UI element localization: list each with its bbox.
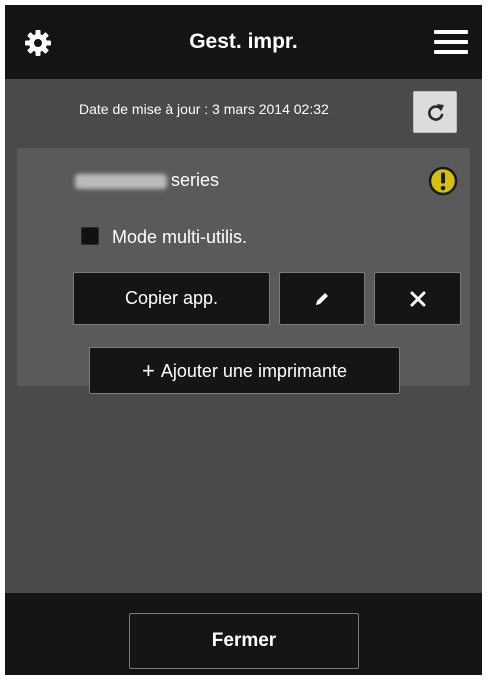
refresh-button[interactable] [413,91,457,133]
close-button[interactable]: Fermer [129,613,359,669]
refresh-icon [428,104,444,121]
footer-bar: Fermer [5,593,482,675]
update-row: Date de mise à jour : 3 mars 2014 02:32 [5,89,482,137]
printer-series-label: series [171,170,220,190]
plus-icon: + [142,358,155,383]
printer-name: series [75,166,219,194]
warning-icon[interactable] [427,165,459,197]
multi-user-label: Mode multi-utilis. [112,227,248,247]
close-icon [410,291,425,306]
add-printer-button[interactable]: + Ajouter une imprimante [89,347,400,394]
edit-button[interactable] [279,272,365,325]
hamburger-menu-icon[interactable] [434,28,468,56]
header-bar: Gest. impr. [5,5,482,79]
page-title: Gest. impr. [189,30,298,53]
printer-model-redacted [75,173,167,189]
pencil-icon [316,292,328,305]
copy-app-button[interactable]: Copier app. [73,272,270,325]
delete-button[interactable] [374,272,461,325]
add-printer-label: Ajouter une imprimante [160,361,347,381]
last-update-text: Date de mise à jour : 3 mars 2014 02:32 [79,101,329,117]
app-screen: Gest. impr. Date de mise à jour : 3 mars… [5,5,482,675]
multi-user-checkbox[interactable] [81,227,99,245]
